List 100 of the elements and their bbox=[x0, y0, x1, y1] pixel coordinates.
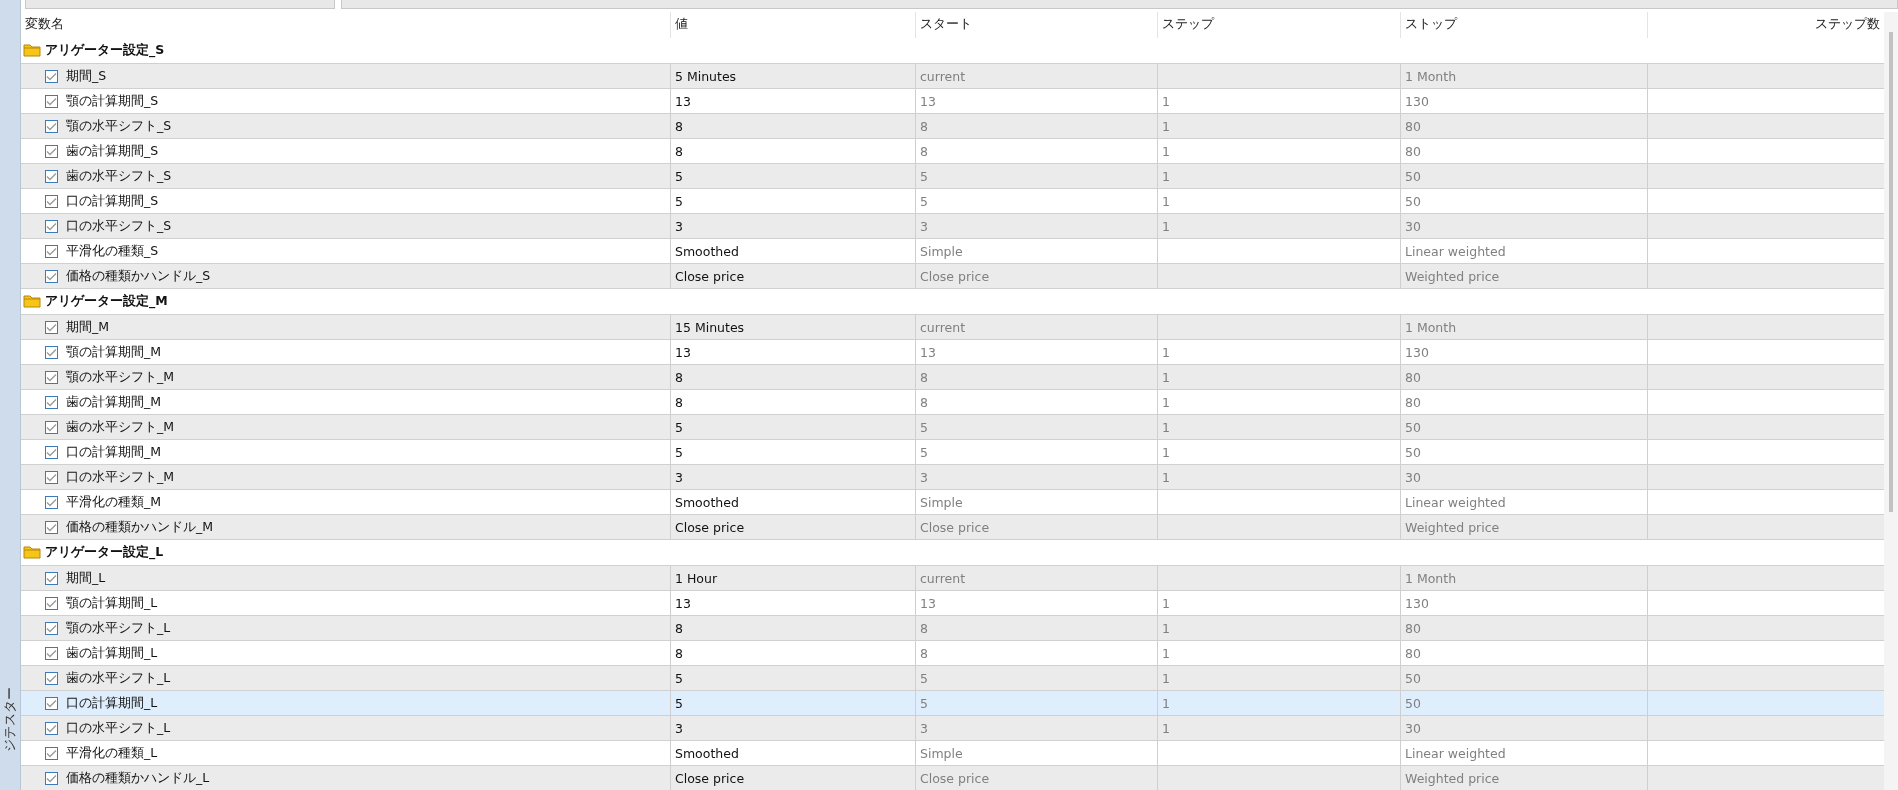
checkbox[interactable] bbox=[45, 671, 58, 685]
parameter-name: 口の計算期間_L bbox=[66, 694, 158, 712]
checkbox[interactable] bbox=[45, 169, 58, 183]
parameter-row[interactable]: 口の水平シフト_L 3 3 1 30 bbox=[21, 716, 1884, 741]
start-cell: 3 bbox=[920, 469, 928, 485]
checkbox[interactable] bbox=[45, 219, 58, 233]
parameter-row[interactable]: 価格の種類かハンドル_L Close price Close price Weighted price bbox=[21, 766, 1884, 790]
parameter-row[interactable]: 口の計算期間_L 5 5 1 50 bbox=[21, 691, 1884, 716]
parameter-name: 平滑化の種類_L bbox=[66, 744, 158, 762]
parameter-name: 口の計算期間_S bbox=[66, 192, 159, 210]
value-cell: 15 Minutes bbox=[675, 319, 745, 335]
parameter-row[interactable]: 顎の水平シフト_S 8 8 1 80 bbox=[21, 114, 1884, 139]
parameter-row[interactable]: 期間_S 5 Minutes current 1 Month bbox=[21, 64, 1884, 89]
checkbox[interactable] bbox=[45, 771, 58, 785]
parameter-name: 平滑化の種類_M bbox=[66, 493, 162, 511]
stop-cell: 30 bbox=[1405, 469, 1421, 485]
checkbox[interactable] bbox=[45, 69, 58, 83]
value-cell: 3 bbox=[675, 218, 683, 234]
checkbox[interactable] bbox=[45, 370, 58, 384]
checkbox[interactable] bbox=[45, 696, 58, 710]
checkbox[interactable] bbox=[45, 395, 58, 409]
value-cell: 13 bbox=[675, 344, 691, 360]
checkbox[interactable] bbox=[45, 194, 58, 208]
stop-cell: Weighted price bbox=[1405, 519, 1500, 535]
start-cell: Simple bbox=[920, 745, 963, 761]
checkbox[interactable] bbox=[45, 621, 58, 635]
stop-cell: Weighted price bbox=[1405, 770, 1500, 786]
parameter-row[interactable]: 顎の水平シフト_M 8 8 1 80 bbox=[21, 365, 1884, 390]
parameter-row[interactable]: 口の水平シフト_M 3 3 1 30 bbox=[21, 465, 1884, 490]
checkbox[interactable] bbox=[45, 269, 58, 283]
stop-cell: 80 bbox=[1405, 394, 1421, 410]
checkbox[interactable] bbox=[45, 470, 58, 484]
stop-cell: 80 bbox=[1405, 369, 1421, 385]
parameter-row[interactable]: 歯の計算期間_S 8 8 1 80 bbox=[21, 139, 1884, 164]
step-cell: 1 bbox=[1162, 143, 1170, 159]
value-cell: 5 bbox=[675, 670, 683, 686]
parameter-name: 歯の計算期間_S bbox=[66, 142, 159, 160]
parameter-row[interactable]: 顎の計算期間_M 13 13 1 130 bbox=[21, 340, 1884, 365]
parameter-row[interactable]: 期間_M 15 Minutes current 1 Month bbox=[21, 315, 1884, 340]
parameter-row[interactable]: 歯の水平シフト_L 5 5 1 50 bbox=[21, 666, 1884, 691]
checkbox[interactable] bbox=[45, 596, 58, 610]
parameter-row[interactable]: 価格の種類かハンドル_S Close price Close price Weighted price bbox=[21, 264, 1884, 289]
checkbox[interactable] bbox=[45, 94, 58, 108]
folder-icon bbox=[23, 294, 41, 308]
parameter-row[interactable]: 歯の水平シフト_S 5 5 1 50 bbox=[21, 164, 1884, 189]
step-cell: 1 bbox=[1162, 369, 1170, 385]
checkbox[interactable] bbox=[45, 445, 58, 459]
parameter-row[interactable]: 平滑化の種類_L Smoothed Simple Linear weighted bbox=[21, 741, 1884, 766]
stop-cell: 50 bbox=[1405, 670, 1421, 686]
start-cell: 13 bbox=[920, 93, 936, 109]
side-panel-label[interactable]: ジテスター bbox=[2, 687, 18, 787]
parameter-row[interactable]: 歯の計算期間_M 8 8 1 80 bbox=[21, 390, 1884, 415]
parameter-name: 価格の種類かハンドル_M bbox=[66, 518, 214, 536]
parameter-row[interactable]: 平滑化の種類_M Smoothed Simple Linear weighted bbox=[21, 490, 1884, 515]
checkbox[interactable] bbox=[45, 345, 58, 359]
checkbox[interactable] bbox=[45, 244, 58, 258]
stop-cell: 50 bbox=[1405, 168, 1421, 184]
start-cell: 8 bbox=[920, 645, 928, 661]
parameter-row[interactable]: 歯の水平シフト_M 5 5 1 50 bbox=[21, 415, 1884, 440]
parameter-row[interactable]: 歯の計算期間_L 8 8 1 80 bbox=[21, 641, 1884, 666]
checkbox[interactable] bbox=[45, 420, 58, 434]
parameter-name: 顎の計算期間_M bbox=[66, 343, 162, 361]
scrollbar-thumb[interactable] bbox=[1889, 32, 1893, 512]
column-header[interactable]: ステップ数 bbox=[1648, 12, 1884, 38]
step-cell: 1 bbox=[1162, 168, 1170, 184]
checkbox[interactable] bbox=[45, 119, 58, 133]
start-cell: 5 bbox=[920, 168, 928, 184]
stop-cell: 130 bbox=[1405, 93, 1429, 109]
step-cell: 1 bbox=[1162, 720, 1170, 736]
parameter-name: 顎の水平シフト_L bbox=[66, 619, 171, 637]
start-cell: 5 bbox=[920, 419, 928, 435]
checkbox[interactable] bbox=[45, 320, 58, 334]
step-cell: 1 bbox=[1162, 670, 1170, 686]
value-cell: Close price bbox=[675, 519, 745, 535]
step-cell: 1 bbox=[1162, 695, 1170, 711]
start-cell: current bbox=[920, 68, 966, 84]
step-cell: 1 bbox=[1162, 193, 1170, 209]
checkbox[interactable] bbox=[45, 495, 58, 509]
checkbox[interactable] bbox=[45, 746, 58, 760]
parameter-row[interactable]: 平滑化の種類_S Smoothed Simple Linear weighted bbox=[21, 239, 1884, 264]
checkbox[interactable] bbox=[45, 721, 58, 735]
checkbox[interactable] bbox=[45, 520, 58, 534]
folder-icon bbox=[23, 43, 41, 57]
value-cell: Close price bbox=[675, 268, 745, 284]
parameter-row[interactable]: 口の計算期間_S 5 5 1 50 bbox=[21, 189, 1884, 214]
checkbox[interactable] bbox=[45, 144, 58, 158]
parameter-row[interactable]: 口の計算期間_M 5 5 1 50 bbox=[21, 440, 1884, 465]
start-cell: 8 bbox=[920, 118, 928, 134]
parameter-row[interactable]: 期間_L 1 Hour current 1 Month bbox=[21, 566, 1884, 591]
step-cell: 1 bbox=[1162, 620, 1170, 636]
parameter-name: 期間_L bbox=[66, 569, 106, 587]
parameter-row[interactable]: 価格の種類かハンドル_M Close price Close price Weighted price bbox=[21, 515, 1884, 540]
start-cell: 5 bbox=[920, 670, 928, 686]
parameter-row[interactable]: 顎の水平シフト_L 8 8 1 80 bbox=[21, 616, 1884, 641]
parameter-row[interactable]: 顎の計算期間_S 13 13 1 130 bbox=[21, 89, 1884, 114]
parameter-row[interactable]: 口の水平シフト_S 3 3 1 30 bbox=[21, 214, 1884, 239]
checkbox[interactable] bbox=[45, 571, 58, 585]
parameter-row[interactable]: 顎の計算期間_L 13 13 1 130 bbox=[21, 591, 1884, 616]
checkbox[interactable] bbox=[45, 646, 58, 660]
parameter-name: 価格の種類かハンドル_S bbox=[66, 267, 211, 285]
